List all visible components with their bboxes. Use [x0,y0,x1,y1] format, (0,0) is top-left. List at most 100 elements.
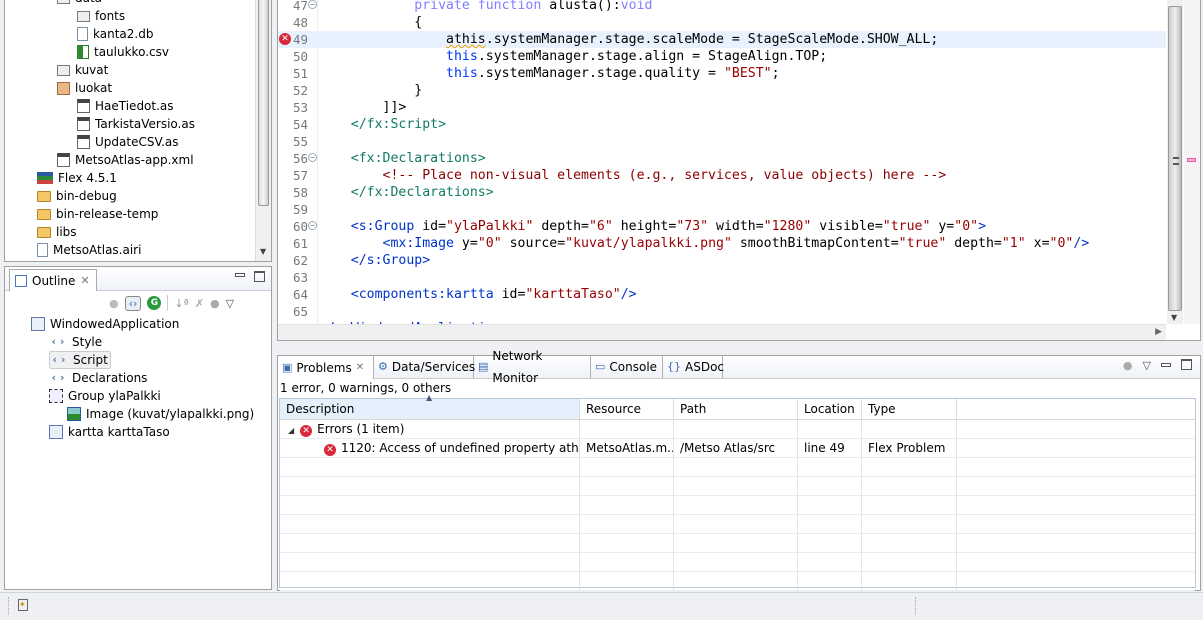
column-header-path[interactable]: Path [674,399,798,419]
column-header-location[interactable]: Location [798,399,862,419]
filter-icon[interactable]: ● [1123,359,1133,372]
line-number: 60 [292,219,308,234]
tree-item[interactable]: luokat [57,79,112,97]
minimize-icon[interactable] [1161,363,1171,367]
tree-item[interactable]: fonts [77,7,125,25]
code-line[interactable]: 63 [278,269,1166,286]
code-token: depth= [946,236,1002,251]
tree-item[interactable]: kuvat [57,61,108,79]
tab-console[interactable]: ▭ Console [591,356,663,378]
code-text: <s:Group id="ylaPalkki" depth="6" height… [319,218,986,235]
close-icon[interactable]: ✕ [356,357,364,379]
outline-item[interactable]: WindowedApplication [31,315,179,333]
tree-item[interactable]: MetsoAtlas.airi [37,241,141,259]
fold-toggle-icon[interactable]: − [308,153,317,162]
code-line[interactable]: 64 <components:kartta id="karttaTaso"/> [278,286,1166,303]
tree-item[interactable]: TarkistaVersio.as [77,115,195,133]
view-menu-icon[interactable]: ▽ [226,297,234,310]
close-icon[interactable]: ✕ [80,274,89,287]
table-cell: ✕ 1120: Access of undefined property athi… [280,439,580,458]
outline-item[interactable]: Image (kuvat/ylapalkki.png) [67,405,254,423]
code-line[interactable]: 58 </fx:Declarations> [278,184,1166,201]
code-line[interactable]: 53 ]]> [278,99,1166,116]
tab-data-services[interactable]: ⚙ Data/Services [374,356,475,378]
tree-item[interactable]: data [57,0,102,7]
scroll-down-arrow[interactable]: ▼ [260,247,266,256]
maximize-icon[interactable] [254,271,265,282]
code-line[interactable]: 57 <!-- Place non-visual elements (e.g.,… [278,167,1166,184]
code-line[interactable]: 55 [278,133,1166,150]
expand-toggle-icon[interactable]: ◢ [288,426,294,435]
vertical-scrollbar[interactable]: ▼ [1167,0,1183,324]
show-tags-icon[interactable]: ‹› [124,295,142,311]
column-header-resource[interactable]: Resource [580,399,674,419]
minimize-icon[interactable] [235,273,245,277]
code-line[interactable]: 51 this.systemManager.stage.quality = "B… [278,65,1166,82]
gears-icon: ⚙ [378,360,388,373]
code-line[interactable]: 62 </s:Group> [278,252,1166,269]
error-icon: ✕ [324,444,336,456]
tab-outline[interactable]: Outline ✕ [9,269,97,291]
tree-item[interactable]: bin-release-temp [37,205,158,223]
code-text: <!-- Place non-visual elements (e.g., se… [319,167,947,184]
hide-static-icon[interactable]: ✗ [195,297,204,310]
code-line[interactable]: 60− <s:Group id="ylaPalkki" depth="6" he… [278,218,1166,235]
table-cell [580,534,674,553]
code-line[interactable]: 65 [278,303,1166,320]
code-line[interactable]: 61 <mx:Image y="0" source="kuvat/ylapalk… [278,235,1166,252]
tree-item[interactable]: taulukko.csv [77,43,169,61]
tree-item[interactable]: bin-debug [37,187,117,205]
column-header-description[interactable]: Description [280,399,580,419]
code-line[interactable]: ✕ 49 athis.systemManager.stage.scaleMode … [278,31,1166,48]
outline-item[interactable]: Group ylaPalkki [49,387,161,405]
tab-label: Network Monitor [492,349,543,385]
scroll-down-arrow[interactable]: ▼ [1171,313,1177,322]
code-line[interactable]: 54 </fx:Script> [278,116,1166,133]
table-cell [280,515,580,534]
code-line[interactable]: 50 this.systemManager.stage.align = Stag… [278,48,1166,65]
fold-toggle-icon[interactable]: − [308,0,317,9]
sort-icon[interactable]: ↓ª [174,297,188,310]
tree-item[interactable]: HaeTiedot.as [77,97,174,115]
outline-item[interactable]: kartta karttaTaso [49,423,170,441]
table-row[interactable]: ✕ 1120: Access of undefined property athi… [280,439,1195,458]
group-label: Errors (1 item) [317,422,405,436]
code-line[interactable]: 59 [278,201,1166,218]
vertical-scrollbar[interactable]: ▼ [255,0,271,261]
outline-item[interactable]: ‹ › Style [49,333,103,351]
tree-item[interactable]: MetsoAtlas-app.xml [57,151,194,169]
tree-item[interactable]: UpdateCSV.as [77,133,179,151]
code-token: visible= [811,219,883,234]
view-menu-icon[interactable]: ▽ [1143,359,1151,372]
outline-item[interactable]: ‹ › Declarations [49,369,148,387]
error-marker[interactable] [1187,158,1196,162]
column-header-type[interactable]: Type [862,399,957,419]
table-cell [280,572,580,591]
code-line[interactable]: 47− private function alusta():void [278,0,1166,14]
hide-nonpublic-icon[interactable]: ● [210,297,220,310]
code-line[interactable]: 52 } [278,82,1166,99]
tab-network-monitor[interactable]: ▤ Network Monitor [474,349,591,385]
table-row[interactable]: ◢ ✕ Errors (1 item) [280,420,1195,439]
code-line[interactable]: 48 { [278,14,1166,31]
scrollbar-thumb[interactable] [1168,6,1182,311]
filter-icon[interactable]: ● [109,297,119,310]
tree-item[interactable]: kanta2.db [77,25,153,43]
code-editor[interactable]: 47− private function alusta():void 48 {✕ 4… [277,0,1201,341]
outline-item[interactable]: ‹ › Script [49,351,111,369]
problem-location: line 49 [798,439,862,458]
tree-item[interactable]: libs [37,223,77,241]
tree-item[interactable]: Flex 4.5.1 [37,169,117,187]
horizontal-scrollbar[interactable]: ▶ [278,324,1166,340]
tree-item-label: UpdateCSV.as [95,135,179,149]
code-line[interactable]: 56− <fx:Declarations> [278,150,1166,167]
code-token: ]]> [319,100,407,115]
fold-toggle-icon[interactable]: − [308,221,317,230]
tab-asdoc[interactable]: {} ASDoc [663,356,724,378]
scrollbar-thumb[interactable] [258,0,269,206]
maximize-icon[interactable] [1181,359,1192,370]
line-number: 65 [292,304,308,319]
tab-problems[interactable]: ▣ Problems ✕ [278,356,374,379]
refresh-icon[interactable]: G [147,296,162,310]
fast-view-icon[interactable]: ✦ [18,599,28,611]
